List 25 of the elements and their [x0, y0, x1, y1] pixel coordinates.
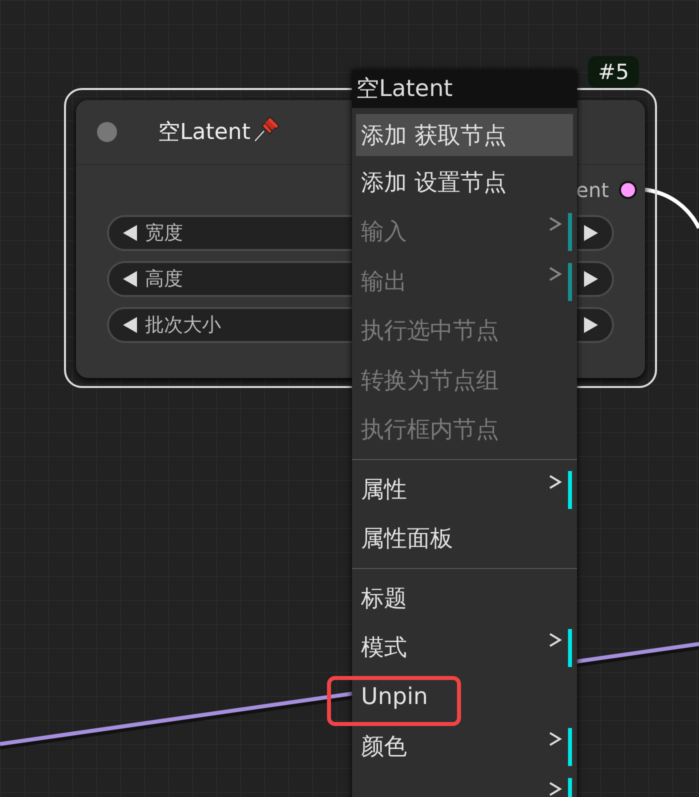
- output-slot[interactable]: [621, 183, 635, 197]
- menu-item[interactable]: 颜色: [352, 722, 577, 772]
- increment-arrow-icon[interactable]: [582, 315, 600, 335]
- submenu-bar: [568, 728, 572, 766]
- decrement-arrow-icon[interactable]: [121, 269, 139, 289]
- increment-arrow-icon[interactable]: [582, 269, 600, 289]
- menu-item[interactable]: 模式: [352, 623, 577, 672]
- menu-item[interactable]: 添加 设置节点: [352, 158, 577, 207]
- increment-arrow-icon[interactable]: [582, 223, 600, 243]
- decrement-arrow-icon[interactable]: [121, 315, 139, 335]
- menu-item[interactable]: 添加 获取节点: [356, 114, 573, 156]
- submenu-bar: [568, 629, 572, 667]
- output-label: ent: [576, 178, 609, 202]
- submenu-bar: [568, 470, 572, 508]
- submenu-bar: [568, 213, 572, 251]
- menu-item[interactable]: 标题: [352, 574, 577, 623]
- submenu-bar: [568, 262, 572, 300]
- menu-item[interactable]: 属性面板: [352, 514, 577, 564]
- menu-item[interactable]: 属性: [352, 464, 577, 514]
- decrement-arrow-icon[interactable]: [121, 223, 139, 243]
- node-id-badge: #5: [588, 56, 639, 88]
- menu-item[interactable]: Unpin: [352, 672, 577, 722]
- status-dot: [97, 122, 117, 142]
- menu-title: 空Latent: [352, 70, 577, 108]
- node-title: 空Latent: [158, 119, 250, 147]
